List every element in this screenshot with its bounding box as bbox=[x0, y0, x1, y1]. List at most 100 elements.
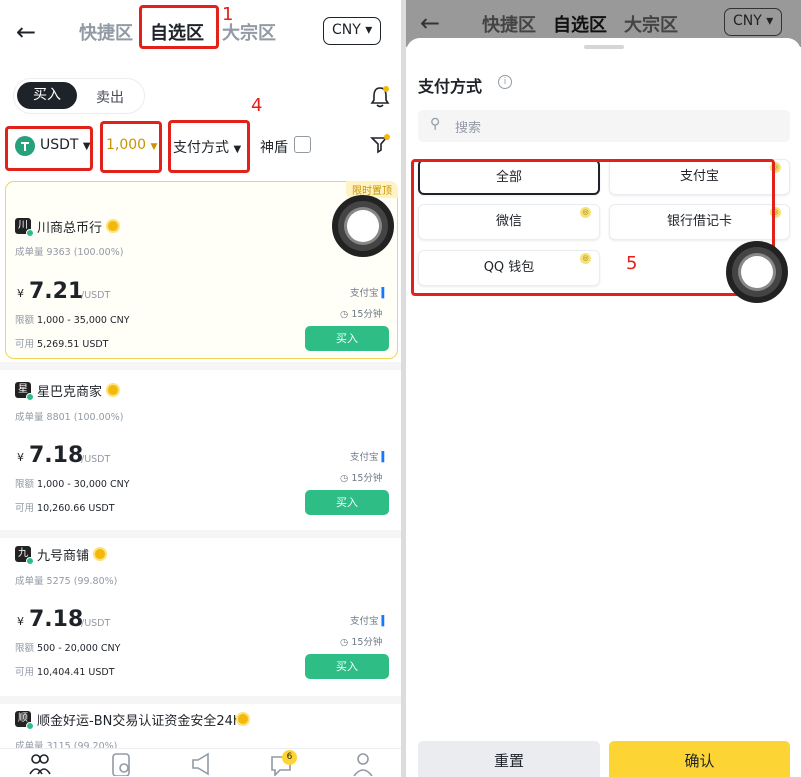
currency-symbol: ¥ bbox=[17, 287, 24, 300]
orders-value: 9363 (100.00%) bbox=[46, 247, 124, 258]
currency-symbol: ¥ bbox=[17, 451, 24, 464]
p2p-users-icon[interactable] bbox=[29, 752, 51, 777]
price-unit: /USDT bbox=[81, 618, 111, 629]
limit-value: 1,000 - 30,000 CNY bbox=[37, 479, 130, 490]
orders-value: 5275 (99.80%) bbox=[46, 576, 118, 587]
time-value: 15分钟 bbox=[351, 309, 383, 320]
divider bbox=[0, 696, 401, 704]
buy-button[interactable]: 买入 bbox=[305, 326, 389, 351]
info-icon[interactable]: i bbox=[498, 75, 512, 89]
payment-name: 支付宝 bbox=[350, 616, 379, 627]
reset-button[interactable]: 重置 bbox=[418, 741, 600, 777]
clock-icon: ◷ bbox=[340, 637, 349, 648]
orders-stat: 成单量 5275 (99.80%) bbox=[15, 573, 117, 587]
time-value: 15分钟 bbox=[351, 637, 383, 648]
currency-value: CNY bbox=[733, 13, 762, 29]
verified-merchant-icon bbox=[236, 712, 250, 726]
profile-icon[interactable] bbox=[352, 752, 374, 777]
chat-unread-badge: 6 bbox=[282, 750, 297, 765]
currency-value: CNY bbox=[332, 22, 361, 38]
verified-merchant-icon bbox=[106, 219, 120, 233]
available-stat: 可用 5,269.51 USDT bbox=[15, 336, 108, 350]
back-arrow-icon[interactable]: ← bbox=[16, 20, 36, 44]
online-status-dot bbox=[26, 557, 34, 565]
limit-value: 1,000 - 35,000 CNY bbox=[37, 315, 130, 326]
confirm-button[interactable]: 确认 bbox=[609, 741, 790, 777]
payment-color-bar: ▍ bbox=[378, 616, 389, 627]
shield-checkbox[interactable] bbox=[294, 136, 311, 153]
price-value: 7.18 bbox=[29, 443, 84, 468]
payment-tag: 支付宝 ▍ bbox=[350, 285, 389, 299]
search-placeholder: 搜索 bbox=[455, 121, 482, 136]
payment-color-bar: ▍ bbox=[378, 288, 389, 299]
orders-stat: 成单量 8801 (100.00%) bbox=[15, 409, 123, 423]
time-value: 15分钟 bbox=[351, 473, 383, 484]
annotation-box-2 bbox=[5, 126, 93, 171]
available-value: 10,260.66 USDT bbox=[37, 503, 115, 514]
sell-tab[interactable]: 卖出 bbox=[96, 87, 124, 107]
back-arrow-icon: ← bbox=[420, 9, 441, 37]
annotation-label-5: 5 bbox=[626, 253, 638, 274]
limit-stat: 限额 500 - 20,000 CNY bbox=[15, 640, 120, 654]
available-stat: 可用 10,404.41 USDT bbox=[15, 664, 115, 678]
tab-custom: 自选区 bbox=[553, 15, 607, 36]
price-unit: /USDT bbox=[81, 290, 111, 301]
notification-bell-icon[interactable] bbox=[370, 86, 390, 108]
annotation-box-5 bbox=[411, 159, 775, 296]
available-value: 10,404.41 USDT bbox=[37, 667, 115, 678]
ads-megaphone-icon[interactable] bbox=[190, 752, 212, 777]
buy-tab[interactable]: 买入 bbox=[17, 82, 77, 109]
search-input[interactable]: ⚲ 搜索 bbox=[418, 110, 790, 142]
tab-express: 快捷区 bbox=[482, 15, 536, 36]
orders-icon[interactable] bbox=[110, 752, 132, 777]
sheet-drag-handle[interactable] bbox=[584, 45, 624, 49]
online-status-dot bbox=[26, 393, 34, 401]
annotation-box-3 bbox=[100, 121, 162, 173]
merchant-name[interactable]: 川商总币行 bbox=[37, 217, 102, 236]
payment-name: 支付宝 bbox=[350, 452, 379, 463]
limit-stat: 限额 1,000 - 30,000 CNY bbox=[15, 476, 130, 490]
payment-method-sheet-screen: ← 快捷区 自选区 大宗区 CNY ▾ 支付方式 i ⚲ 搜索 全部 支付宝 ◎ … bbox=[406, 0, 801, 777]
price-value: 7.18 bbox=[29, 607, 84, 632]
buy-sell-toggle: 买入 卖出 bbox=[13, 78, 145, 114]
limit-label: 限额 bbox=[15, 315, 35, 326]
orders-value: 8801 (100.00%) bbox=[46, 412, 124, 423]
verified-merchant-icon bbox=[93, 547, 107, 561]
currency-symbol: ¥ bbox=[17, 615, 24, 628]
divider bbox=[0, 362, 401, 370]
caret-down-icon: ▾ bbox=[766, 13, 774, 29]
limit-label: 限额 bbox=[15, 643, 35, 654]
time-limit: ◷ 15分钟 bbox=[340, 470, 382, 484]
orders-stat: 成单量 9363 (100.00%) bbox=[15, 244, 123, 258]
time-limit: ◷ 15分钟 bbox=[340, 634, 382, 648]
available-stat: 可用 10,260.66 USDT bbox=[15, 500, 115, 514]
buy-button[interactable]: 买入 bbox=[305, 654, 389, 679]
search-icon: ⚲ bbox=[430, 116, 441, 132]
tab-block: 大宗区 bbox=[624, 15, 678, 36]
orders-label: 成单量 bbox=[15, 576, 44, 587]
sheet-title: 支付方式 bbox=[418, 77, 483, 96]
limit-value: 500 - 20,000 CNY bbox=[37, 643, 121, 654]
annotation-label-4: 4 bbox=[251, 95, 263, 116]
currency-select[interactable]: CNY ▾ bbox=[323, 17, 382, 45]
touch-cursor-indicator bbox=[726, 241, 788, 303]
merchant-name[interactable]: 顺金好运-BN交易认证资金安全24h bbox=[37, 710, 241, 729]
merchant-name[interactable]: 九号商铺 bbox=[37, 545, 89, 564]
verified-merchant-icon bbox=[106, 383, 120, 397]
available-label: 可用 bbox=[15, 503, 35, 514]
filter-funnel-icon[interactable] bbox=[370, 134, 390, 158]
orders-label: 成单量 bbox=[15, 412, 44, 423]
annotation-box-4 bbox=[168, 120, 250, 173]
online-status-dot bbox=[26, 229, 34, 237]
shield-filter-label: 神盾 bbox=[260, 140, 288, 156]
available-value: 5,269.51 USDT bbox=[37, 339, 109, 350]
online-status-dot bbox=[26, 722, 34, 730]
buy-button[interactable]: 买入 bbox=[305, 490, 389, 515]
merchant-name[interactable]: 星巴克商家 bbox=[37, 381, 102, 400]
divider bbox=[0, 530, 401, 538]
time-limit: ◷ 15分钟 bbox=[340, 306, 382, 320]
tab-express[interactable]: 快捷区 bbox=[79, 19, 133, 45]
payment-color-bar: ▍ bbox=[378, 452, 389, 463]
limit-stat: 限额 1,000 - 35,000 CNY bbox=[15, 312, 130, 326]
payment-tag: 支付宝 ▍ bbox=[350, 449, 389, 463]
